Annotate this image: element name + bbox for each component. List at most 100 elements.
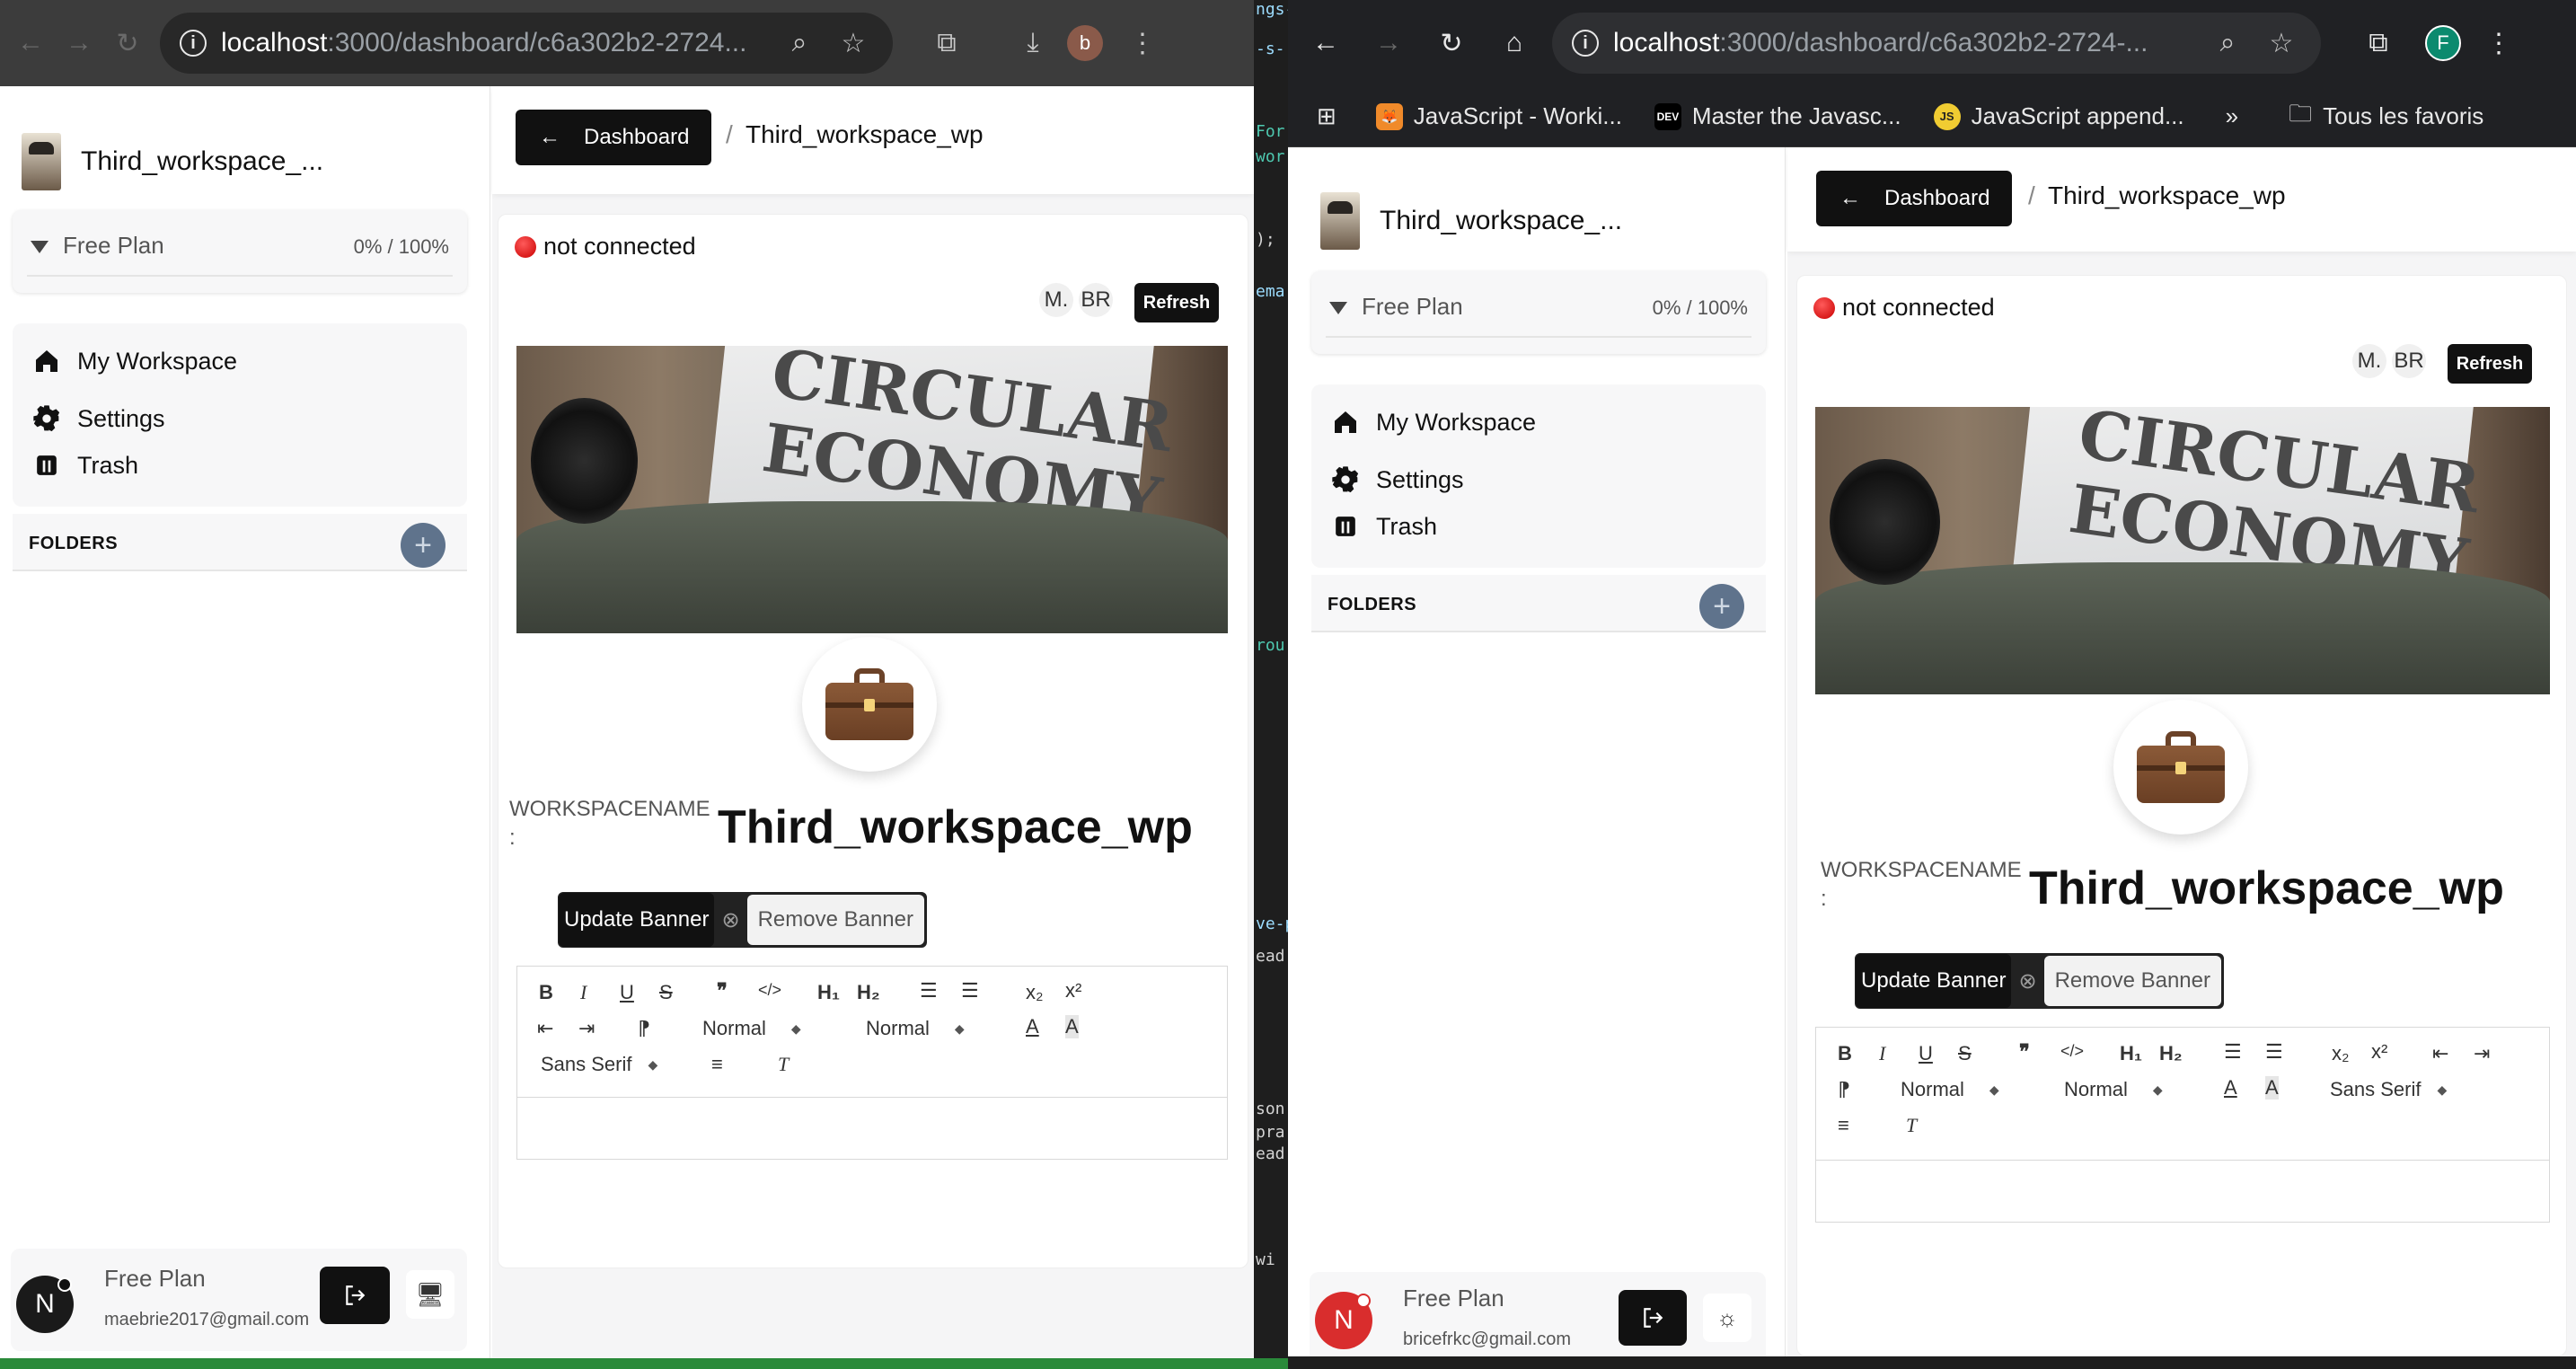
plan-usage-box[interactable]: Free Plan 0% / 100% [1311, 271, 1766, 354]
download-icon[interactable]: ⤓ [1013, 28, 1053, 58]
workspace-icon[interactable] [2113, 700, 2248, 835]
nav-item-settings[interactable]: Settings [1329, 464, 1464, 496]
monitor-theme-button[interactable]: 🖥 [406, 1270, 454, 1319]
bookmark-item[interactable]: JS JavaScript append... [1933, 102, 2184, 130]
superscript-icon[interactable]: x² [1065, 979, 1081, 1002]
url-text[interactable]: localhost:3000/dashboard/c6a302b2-2724-.… [1613, 28, 2193, 58]
profile-avatar[interactable]: b [1067, 25, 1103, 61]
background-color-icon[interactable]: A [2265, 1076, 2279, 1100]
site-info-icon[interactable]: i [180, 30, 207, 57]
code-icon[interactable]: </> [2060, 1042, 2084, 1061]
back-to-dashboard-button[interactable]: ← Dashboard [1816, 171, 2012, 226]
superscript-icon[interactable]: x² [2371, 1040, 2387, 1064]
menu-kebab-icon[interactable]: ⋮ [1123, 28, 1162, 59]
collaborator-avatar[interactable]: BR [2392, 344, 2426, 378]
logout-button[interactable] [1619, 1290, 1687, 1346]
collaborator-avatar[interactable]: M. [2352, 344, 2386, 378]
back-arrow-icon[interactable]: ← [13, 25, 49, 61]
reload-icon[interactable]: ↻ [110, 25, 146, 61]
subscript-icon[interactable]: x₂ [1026, 981, 1044, 1004]
back-to-dashboard-button[interactable]: ← Dashboard [516, 110, 711, 165]
text-direction-icon[interactable]: ⁋ [638, 1017, 650, 1040]
nav-item-trash[interactable]: Trash [31, 449, 138, 481]
subscript-icon[interactable]: x₂ [2332, 1042, 2350, 1065]
forward-arrow-icon[interactable]: → [61, 25, 97, 61]
font-select[interactable]: Sans Serif ◆ [2330, 1078, 2447, 1101]
reload-icon[interactable]: ↻ [1434, 25, 1469, 61]
address-bar[interactable]: i localhost:3000/dashboard/c6a302b2-2724… [1552, 13, 2321, 74]
editor-body[interactable] [1816, 1161, 2549, 1222]
site-info-icon[interactable]: i [1572, 30, 1599, 57]
italic-icon[interactable]: I [580, 981, 587, 1004]
header-select[interactable]: Normal ◆ [866, 1017, 965, 1040]
plan-usage-box[interactable]: Free Plan 0% / 100% [13, 210, 467, 293]
outdent-icon[interactable]: ⇤ [2432, 1042, 2448, 1065]
clear-format-icon[interactable]: T [1906, 1114, 1917, 1137]
bookmark-item[interactable]: 🦊 JavaScript - Worki... [1375, 102, 1622, 130]
bold-icon[interactable]: B [539, 981, 553, 1004]
background-color-icon[interactable]: A [1065, 1015, 1079, 1038]
font-select[interactable]: Sans Serif ◆ [541, 1053, 657, 1076]
logout-button[interactable] [320, 1267, 390, 1324]
header1-icon[interactable]: H₁ [817, 981, 840, 1004]
apps-grid-icon[interactable]: ⊞ [1317, 102, 1337, 130]
strikethrough-icon[interactable]: S [1958, 1042, 1972, 1065]
clear-format-icon[interactable]: T [778, 1053, 789, 1076]
bookmark-item[interactable]: 🗀 Tous les favoris [2289, 97, 2483, 137]
blockquote-icon[interactable]: ❞ [2019, 1040, 2030, 1064]
code-icon[interactable]: </> [758, 981, 781, 1000]
breadcrumb-current[interactable]: Third_workspace_wp [2048, 181, 2286, 210]
header2-icon[interactable]: H₂ [2159, 1042, 2183, 1065]
forward-arrow-icon[interactable]: → [1371, 25, 1407, 61]
blockquote-icon[interactable]: ❞ [717, 979, 728, 1002]
header2-icon[interactable]: H₂ [857, 981, 880, 1004]
editor-body[interactable] [517, 1098, 1227, 1159]
nav-item-settings[interactable]: Settings [31, 402, 165, 435]
zoom-icon[interactable]: ⌕ [2208, 28, 2247, 58]
bookmark-star-icon[interactable]: ☆ [834, 28, 873, 59]
address-bar[interactable]: i localhost:3000/dashboard/c6a302b2-2724… [160, 13, 893, 74]
remove-banner-button[interactable]: Remove Banner [2043, 956, 2221, 1006]
add-folder-button[interactable]: + [401, 523, 446, 568]
user-avatar[interactable]: N [1315, 1292, 1372, 1349]
breadcrumb-current[interactable]: Third_workspace_wp [745, 120, 984, 149]
more-bookmarks-icon[interactable]: » [2226, 102, 2238, 130]
text-color-icon[interactable]: A [1026, 1015, 1039, 1038]
bullet-list-icon[interactable]: ☰ [2265, 1040, 2283, 1064]
extensions-icon[interactable]: ⧉ [2359, 28, 2398, 58]
nav-item-my-workspace[interactable]: My Workspace [31, 345, 237, 377]
collaborator-avatar[interactable]: M. [1039, 283, 1073, 317]
theme-toggle-button[interactable]: ☼ [1703, 1294, 1751, 1342]
align-icon[interactable]: ≡ [711, 1053, 723, 1076]
nav-item-trash[interactable]: Trash [1329, 510, 1437, 543]
menu-kebab-icon[interactable]: ⋮ [2479, 28, 2519, 59]
back-arrow-icon[interactable]: ← [1308, 25, 1344, 61]
url-text[interactable]: localhost:3000/dashboard/c6a302b2-2724..… [221, 28, 765, 58]
zoom-icon[interactable]: ⌕ [780, 28, 819, 58]
indent-icon[interactable]: ⇥ [578, 1017, 595, 1040]
update-banner-button[interactable]: Update Banner [559, 893, 715, 947]
align-icon[interactable]: ≡ [1838, 1114, 1849, 1137]
workspace-icon[interactable] [802, 637, 937, 772]
size-select[interactable]: Normal ◆ [702, 1017, 801, 1040]
home-icon[interactable]: ⌂ [1496, 25, 1532, 61]
remove-banner-button[interactable]: Remove Banner [746, 895, 924, 945]
nav-item-my-workspace[interactable]: My Workspace [1329, 406, 1536, 438]
underline-icon[interactable]: U [620, 981, 634, 1004]
ordered-list-icon[interactable]: ☰ [920, 979, 938, 1002]
header-select[interactable]: Normal ◆ [2064, 1078, 2163, 1101]
bookmark-star-icon[interactable]: ☆ [2262, 28, 2301, 59]
refresh-button[interactable]: Refresh [2448, 344, 2532, 384]
user-avatar[interactable]: N [16, 1276, 74, 1333]
workspace-header[interactable]: Third_workspace_... [22, 133, 323, 190]
update-banner-button[interactable]: Update Banner [1856, 954, 2012, 1008]
profile-avatar[interactable]: F [2425, 25, 2461, 61]
size-select[interactable]: Normal ◆ [1901, 1078, 1999, 1101]
outdent-icon[interactable]: ⇤ [537, 1017, 553, 1040]
indent-icon[interactable]: ⇥ [2474, 1042, 2490, 1065]
strikethrough-icon[interactable]: S [659, 981, 673, 1004]
bold-icon[interactable]: B [1838, 1042, 1852, 1065]
workspace-header[interactable]: Third_workspace_... [1320, 192, 1622, 250]
bullet-list-icon[interactable]: ☰ [961, 979, 979, 1002]
add-folder-button[interactable]: + [1699, 584, 1744, 629]
